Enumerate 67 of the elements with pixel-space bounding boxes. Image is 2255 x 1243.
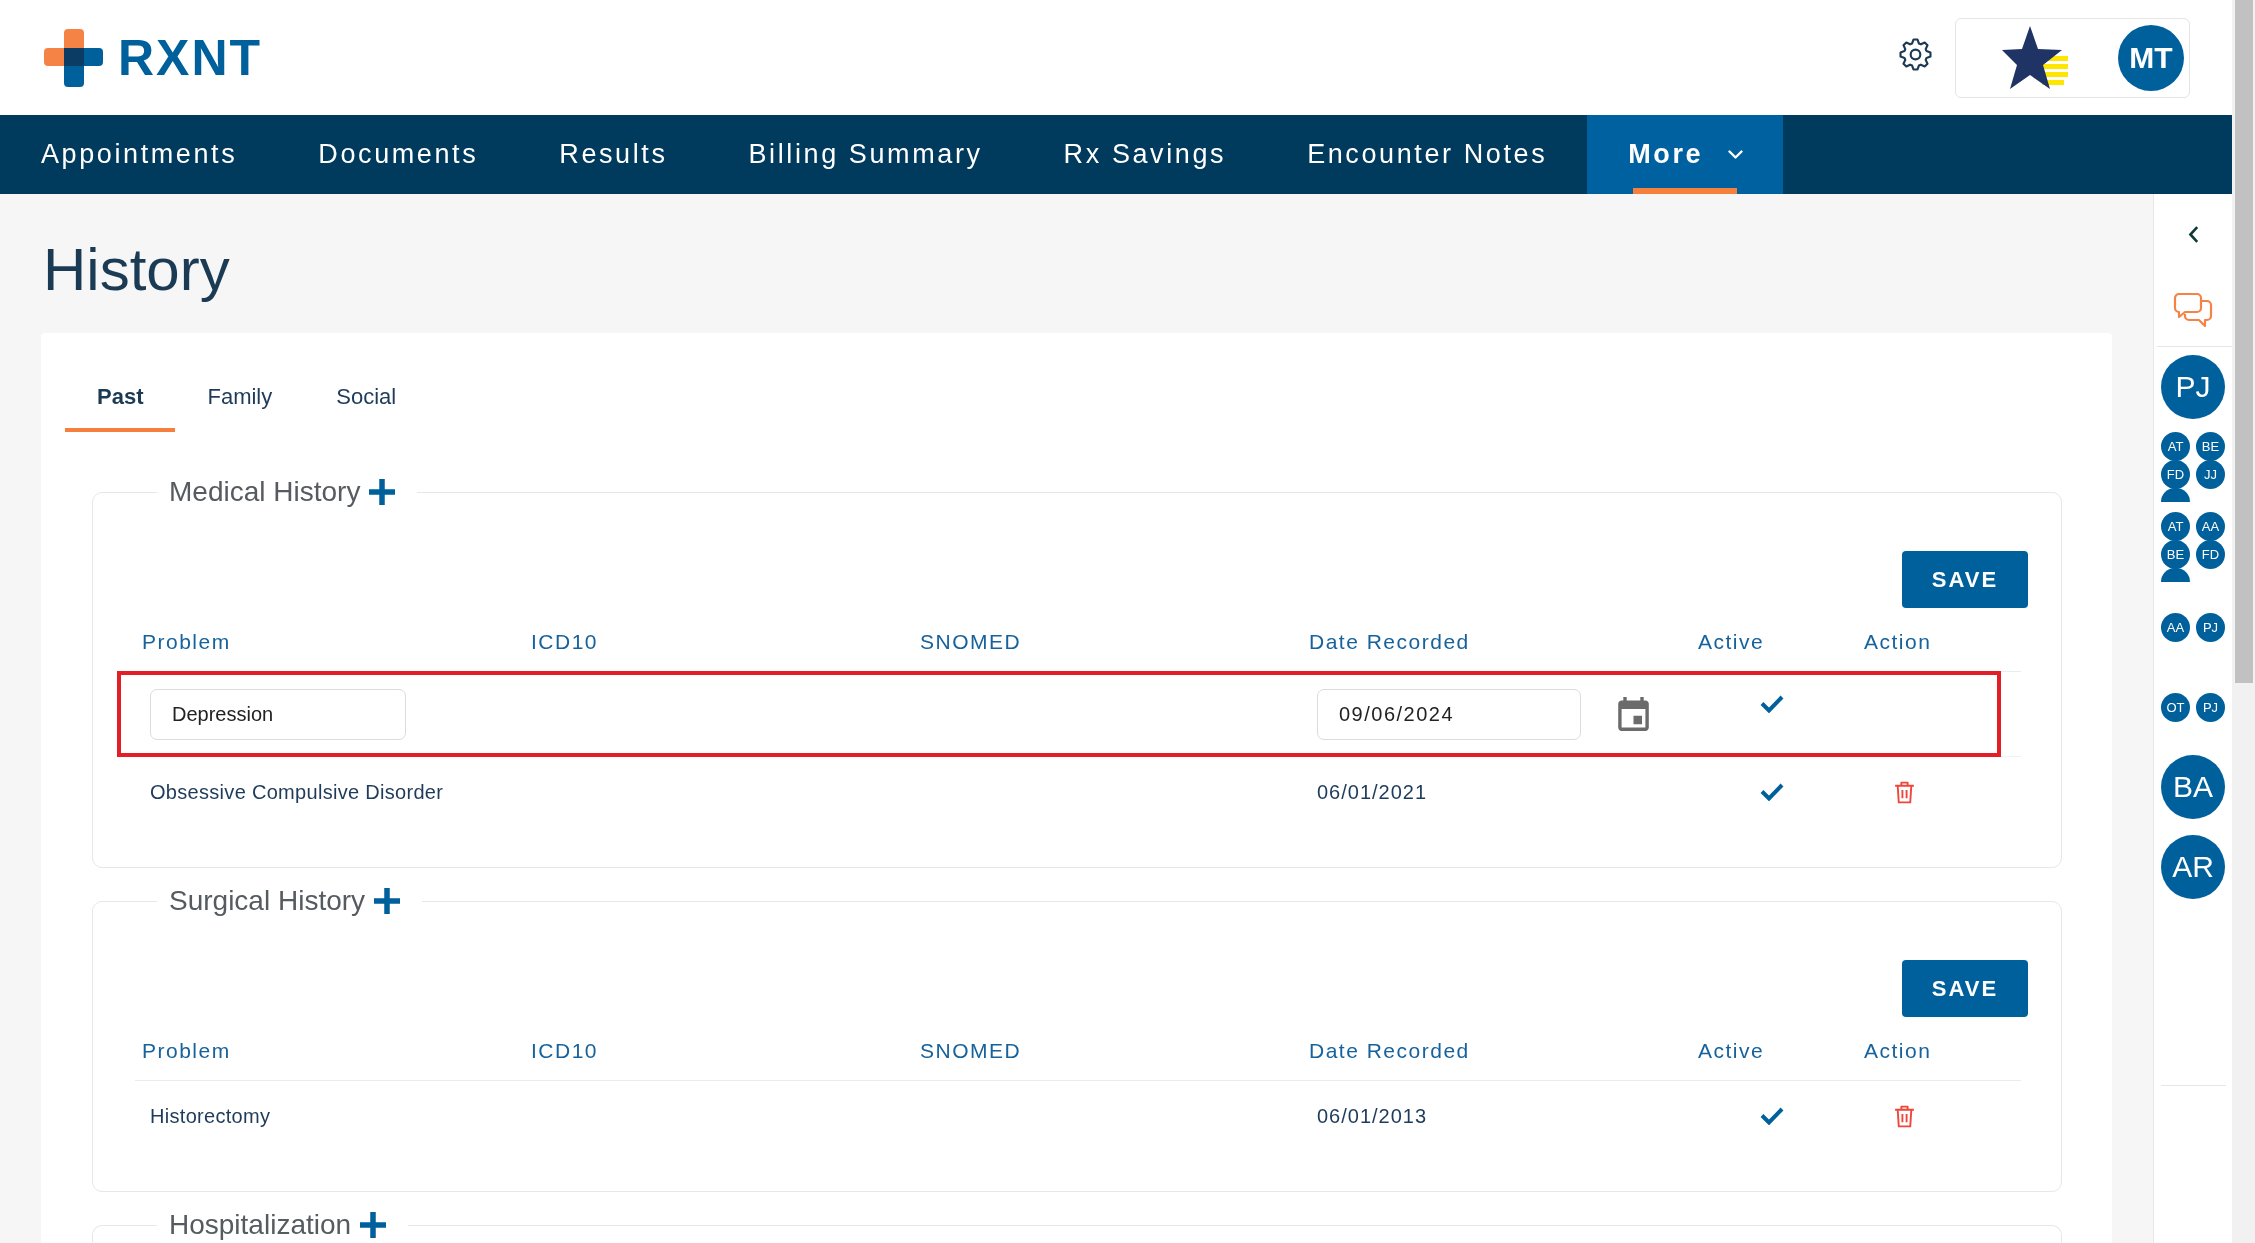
add-icon[interactable] bbox=[374, 888, 401, 914]
logo-icon[interactable] bbox=[44, 28, 103, 87]
tab[interactable]: Social bbox=[304, 376, 429, 432]
tab[interactable]: Past bbox=[65, 376, 176, 432]
problem-field[interactable]: Depression bbox=[150, 688, 406, 740]
problem-text: Obsessive Compulsive Disorder bbox=[150, 780, 444, 804]
trash-icon[interactable] bbox=[1894, 1104, 1915, 1128]
avatar[interactable]: JJ bbox=[2196, 460, 2225, 489]
column-header: ICD10 bbox=[530, 1040, 600, 1064]
avatar-icon[interactable] bbox=[2161, 568, 2190, 582]
avatar[interactable]: PJ bbox=[2161, 355, 2225, 419]
column-header: Date Recorded bbox=[1308, 1040, 1471, 1064]
date-field[interactable]: 09/06/2024 bbox=[1317, 688, 1581, 740]
avatar[interactable]: BE bbox=[2196, 432, 2225, 461]
star-logo-icon bbox=[2002, 25, 2070, 90]
avatar[interactable]: PJ bbox=[2196, 612, 2225, 642]
date-text: 06/01/2021 bbox=[1317, 780, 1428, 804]
avatar[interactable]: OT bbox=[2161, 692, 2190, 722]
page-title: History bbox=[43, 235, 231, 305]
column-header: ICD10 bbox=[530, 631, 600, 655]
column-header: Date Recorded bbox=[1308, 631, 1471, 655]
nav-item[interactable]: Results bbox=[518, 115, 708, 194]
settings-icon[interactable] bbox=[1899, 38, 1932, 71]
column-header: Problem bbox=[141, 1040, 232, 1064]
avatar[interactable]: FD bbox=[2196, 540, 2225, 569]
column-header: Active bbox=[1697, 1040, 1766, 1064]
nav-item[interactable]: Billing Summary bbox=[707, 115, 1023, 194]
nav-item[interactable]: More bbox=[1587, 115, 1784, 194]
chat-icon[interactable] bbox=[2173, 292, 2213, 328]
avatar[interactable]: BE bbox=[2161, 540, 2190, 569]
avatar[interactable]: FD bbox=[2161, 460, 2190, 489]
column-header: Action bbox=[1863, 631, 1933, 655]
nav-item[interactable]: Rx Savings bbox=[1022, 115, 1267, 194]
avatar[interactable]: PJ bbox=[2196, 692, 2225, 722]
column-header: Action bbox=[1863, 1040, 1933, 1064]
date-text: 06/01/2013 bbox=[1317, 1104, 1428, 1128]
calendar-icon[interactable] bbox=[1618, 697, 1649, 731]
column-header: Active bbox=[1697, 631, 1766, 655]
nav-item[interactable]: Appointments bbox=[0, 115, 278, 194]
avatar-icon[interactable] bbox=[2161, 488, 2190, 502]
column-header: SNOMED bbox=[919, 631, 1023, 655]
avatar[interactable]: AT bbox=[2161, 432, 2190, 461]
add-icon[interactable] bbox=[369, 479, 396, 505]
section-title: Medical History bbox=[169, 475, 361, 509]
avatar[interactable]: AA bbox=[2196, 512, 2225, 541]
column-header: Problem bbox=[141, 631, 232, 655]
problem-text: Historectomy bbox=[150, 1104, 271, 1128]
nav-item[interactable]: Encounter Notes bbox=[1266, 115, 1588, 194]
chevron-left-icon[interactable] bbox=[2187, 225, 2199, 243]
save-button[interactable]: SAVE bbox=[1902, 960, 2028, 1017]
avatar[interactable]: AT bbox=[2161, 512, 2190, 541]
avatar[interactable]: AA bbox=[2161, 612, 2190, 642]
section-title: Hospitalization bbox=[169, 1208, 352, 1242]
scrollbar-track[interactable] bbox=[2232, 0, 2255, 1243]
logo-text[interactable]: RXNT bbox=[118, 32, 263, 83]
avatar[interactable]: BA bbox=[2161, 755, 2225, 819]
user-avatar[interactable]: MT bbox=[2118, 24, 2184, 91]
save-button[interactable]: SAVE bbox=[1902, 551, 2028, 608]
add-icon[interactable] bbox=[360, 1212, 387, 1238]
tab[interactable]: Family bbox=[175, 376, 305, 432]
nav-item[interactable]: Documents bbox=[277, 115, 519, 194]
scrollbar-thumb[interactable] bbox=[2235, 0, 2253, 683]
avatar[interactable]: AR bbox=[2161, 835, 2225, 899]
chevron-down-icon[interactable] bbox=[1728, 150, 1744, 159]
section-title: Surgical History bbox=[169, 884, 366, 918]
column-header: SNOMED bbox=[919, 1040, 1023, 1064]
trash-icon[interactable] bbox=[1894, 780, 1915, 804]
